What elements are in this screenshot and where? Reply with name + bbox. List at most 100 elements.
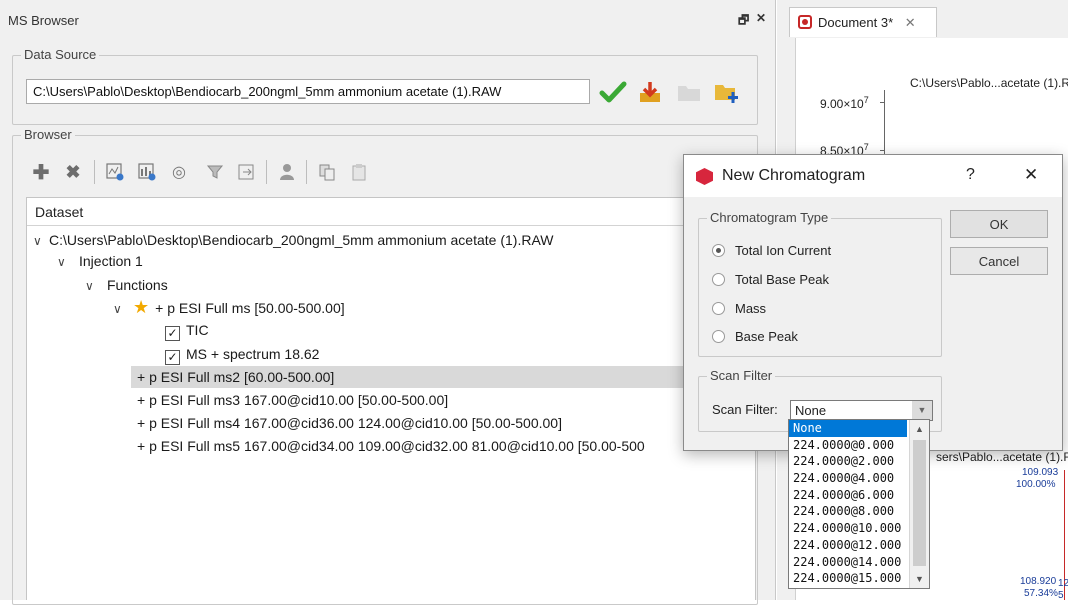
radio-mass[interactable]: Mass [712,298,766,318]
dropdown-option[interactable]: 224.0000@14.000 [789,554,907,571]
radio-label: Mass [735,300,767,316]
app-logo-icon [696,168,713,185]
checkbox-checked-icon[interactable]: ✓ [165,326,180,341]
scan-filter-select[interactable]: None ▼ [790,400,933,421]
dropdown-arrow-icon[interactable]: ▼ [912,401,932,420]
tree-function-row[interactable]: ∨ ★ + p ESI Full ms [50.00-500.00] [113,296,345,318]
dropdown-option[interactable]: 224.0000@10.000 [789,520,907,537]
peak-label: 108.920 [1020,576,1057,587]
chart-settings-icon[interactable] [136,160,158,184]
tree-function-row[interactable]: + p ESI Full ms4 167.00@cid36.00 124.00@… [137,412,562,434]
close-icon[interactable]: ✕ [1024,165,1038,185]
peak-label: 12 [1058,578,1068,589]
scroll-up-icon[interactable]: ▲ [910,420,929,438]
tab-close-icon[interactable]: ✕ [905,15,916,30]
chromatogram-type-title: Chromatogram Type [707,210,832,225]
browser-group-title: Browser [21,127,75,142]
user-icon[interactable] [276,160,298,184]
data-source-path-input[interactable] [26,79,590,104]
scroll-thumb[interactable] [913,440,926,566]
dropdown-option[interactable]: 224.0000@2.000 [789,453,907,470]
chevron-down-icon[interactable]: ∨ [33,230,49,252]
tree-functions-row[interactable]: ∨ Functions [85,274,168,296]
panel-title: MS Browser [8,13,79,28]
tree-injection-row[interactable]: ∨ Injection 1 [57,250,143,272]
folder-add-icon[interactable] [712,79,742,105]
tree-function-label: + p ESI Full ms4 167.00@cid36.00 124.00@… [137,415,562,431]
help-button[interactable]: ? [966,166,975,184]
dataset-column-header[interactable]: Dataset [27,198,755,226]
chevron-down-icon[interactable]: ∨ [113,298,129,320]
scan-filter-label: Scan Filter: [712,402,778,417]
radio-base-peak[interactable]: Base Peak [712,326,798,346]
radio-icon[interactable] [712,272,725,286]
export-icon[interactable] [236,160,258,184]
star-icon: ★ [133,297,150,317]
dropdown-option[interactable]: 224.0000@12.000 [789,537,907,554]
document-icon [798,15,812,29]
copy-icon[interactable] [316,160,338,184]
dropdown-scrollbar[interactable]: ▲ ▼ [909,420,929,588]
target-icon[interactable]: ◎ [168,160,190,184]
checkmark-icon[interactable] [598,78,628,106]
checkbox-checked-icon[interactable]: ✓ [165,350,180,365]
toolbar-separator [306,160,307,184]
scroll-down-icon[interactable]: ▼ [910,570,929,588]
tab-document[interactable]: Document 3* ✕ [789,7,937,37]
float-panel-icon[interactable]: 🗗 [738,11,749,32]
dropdown-option[interactable]: 224.0000@15.000 [789,570,907,587]
chevron-down-icon[interactable]: ∨ [57,251,73,273]
dropdown-option[interactable]: 224.0000@4.000 [789,470,907,487]
y-tick-label: 9.00×107 [820,95,869,111]
tree-tic-label: TIC [186,322,209,338]
y-tick-mark [880,102,885,103]
radio-icon[interactable] [712,301,725,315]
tree-root-label: C:\Users\Pablo\Desktop\Bendiocarb_200ngm… [49,232,554,248]
dialog-titlebar[interactable]: New Chromatogram ? ✕ [684,155,1062,197]
radio-total-base-peak[interactable]: Total Base Peak [712,269,829,289]
remove-icon[interactable]: ✖ [62,160,84,184]
download-icon[interactable] [636,79,664,105]
paste-icon[interactable] [348,160,370,184]
folder-icon[interactable] [676,80,702,104]
add-icon[interactable]: ✚ [30,160,52,184]
peak-label: 109.093 [1022,467,1059,478]
scan-filter-dropdown-list[interactable]: None 224.0000@0.000 224.0000@2.000 224.0… [788,419,930,589]
filter-icon[interactable] [204,160,226,184]
y-tick-mark [880,150,885,151]
radio-label: Total Ion Current [735,242,832,258]
radio-selected-icon[interactable] [712,243,725,257]
ok-button[interactable]: OK [950,210,1048,238]
peak-label: 100.00% [1016,479,1056,490]
tree-spectrum-label: MS + spectrum 18.62 [186,346,320,362]
dialog-title: New Chromatogram [722,167,866,184]
toolbar-separator [266,160,267,184]
dropdown-option[interactable]: 224.0000@0.000 [789,437,907,454]
radio-label: Total Base Peak [735,271,829,287]
tree-injection-label: Injection 1 [79,253,143,269]
dropdown-option[interactable]: None [789,420,907,437]
close-panel-icon[interactable]: ✕ [756,11,766,25]
chevron-down-icon[interactable]: ∨ [85,275,101,297]
tree-root-row[interactable]: ∨ C:\Users\Pablo\Desktop\Bendiocarb_200ng… [33,229,553,251]
radio-label: Base Peak [735,328,798,344]
dropdown-option[interactable]: 224.0000@8.000 [789,503,907,520]
dropdown-option[interactable]: 224.0000@6.000 [789,487,907,504]
scan-filter-title: Scan Filter [707,368,776,383]
tree-function-row[interactable]: + p ESI Full ms5 167.00@cid34.00 109.00@… [137,435,645,457]
tree-function-label: + p ESI Full ms3 167.00@cid10.00 [50.00-… [137,392,449,408]
dataset-tree[interactable]: Dataset ∨ C:\Users\Pablo\Desktop\Bendioca… [26,197,757,600]
tree-function-label: + p ESI Full ms [50.00-500.00] [155,300,345,316]
tree-tic-row[interactable]: ✓ TIC [165,319,209,341]
tree-function-label: + p ESI Full ms5 167.00@cid34.00 109.00@… [137,438,645,454]
tree-spectrum-row[interactable]: ✓ MS + spectrum 18.62 [165,343,319,365]
cancel-button[interactable]: Cancel [950,247,1048,275]
tree-function-row[interactable]: + p ESI Full ms2 [60.00-500.00] [137,366,334,388]
radio-total-ion-current[interactable]: Total Ion Current [712,240,831,260]
chart-add-icon[interactable] [104,160,126,184]
new-chromatogram-dialog: New Chromatogram ? ✕ Chromatogram Type T… [683,154,1063,451]
toolbar-separator [94,160,95,184]
tree-function-row[interactable]: + p ESI Full ms3 167.00@cid10.00 [50.00-… [137,389,448,411]
tree-function-label: + p ESI Full ms2 [60.00-500.00] [137,369,335,385]
radio-icon[interactable] [712,329,725,343]
